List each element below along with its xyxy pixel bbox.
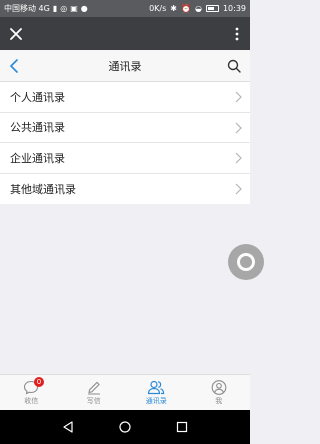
status-right: 0K/s ✱ ⏰ ◒ 10:39 bbox=[149, 4, 246, 13]
sync-icon: ◎ bbox=[60, 3, 68, 13]
contacts-icon bbox=[148, 380, 165, 394]
chevron-right-icon bbox=[235, 122, 242, 133]
bluetooth-icon: ✱ bbox=[170, 3, 177, 13]
system-recents-icon[interactable] bbox=[175, 420, 189, 434]
list-item-other-domain[interactable]: 其他域通讯录 bbox=[0, 174, 250, 205]
chevron-right-icon bbox=[235, 91, 242, 103]
status-left: 中国移动 4G ▮ ◎ ▣ ● bbox=[4, 3, 88, 14]
chevron-right-icon bbox=[235, 152, 242, 164]
tab-me[interactable]: 我 bbox=[188, 375, 251, 410]
app-bar bbox=[0, 17, 250, 50]
list-item-label: 企业通讯录 bbox=[10, 151, 65, 165]
list-item-label: 公共通讯录 bbox=[10, 121, 65, 135]
image-icon: ▣ bbox=[70, 3, 78, 13]
clock: 10:39 bbox=[222, 4, 246, 13]
tab-inbox[interactable]: 0 收信 bbox=[0, 375, 63, 410]
contacts-list: 个人通讯录 公共通讯录 企业通讯录 其他域通讯录 bbox=[0, 82, 250, 204]
wifi-icon: ◒ bbox=[194, 3, 202, 13]
tab-label: 我 bbox=[215, 396, 223, 405]
search-icon bbox=[227, 59, 241, 73]
system-nav-bar bbox=[0, 410, 250, 444]
more-button[interactable] bbox=[224, 17, 250, 50]
tab-label: 通讯录 bbox=[145, 396, 167, 405]
list-item-label: 个人通讯录 bbox=[10, 90, 65, 104]
unread-badge: 0 bbox=[34, 377, 44, 387]
status-bar: 中国移动 4G ▮ ◎ ▣ ● 0K/s ✱ ⏰ ◒ 10:39 bbox=[0, 0, 250, 17]
list-item-enterprise[interactable]: 企业通讯录 bbox=[0, 143, 250, 174]
nav-bar: 通讯录 bbox=[0, 50, 250, 82]
more-vertical-icon bbox=[235, 27, 239, 40]
tab-contacts[interactable]: 通讯录 bbox=[125, 375, 188, 410]
carrier-label: 中国移动 4G bbox=[4, 4, 50, 13]
page-title: 通讯录 bbox=[108, 59, 142, 73]
close-icon bbox=[10, 27, 22, 40]
alarm-icon: ⏰ bbox=[180, 3, 191, 13]
tab-compose[interactable]: 写信 bbox=[63, 375, 126, 410]
battery-icon bbox=[205, 5, 219, 12]
list-item-label: 其他域通讯录 bbox=[10, 182, 76, 196]
system-back-icon[interactable] bbox=[61, 420, 75, 434]
back-arrow-icon bbox=[10, 59, 18, 73]
tab-bar: 0 收信 写信 通讯录 我 bbox=[0, 374, 250, 410]
user-icon bbox=[211, 379, 227, 395]
tab-label: 写信 bbox=[86, 396, 101, 405]
signal-icon: ▮ bbox=[52, 3, 58, 13]
close-button[interactable] bbox=[0, 17, 32, 50]
list-item-personal[interactable]: 个人通讯录 bbox=[0, 82, 250, 113]
list-item-public[interactable]: 公共通讯录 bbox=[0, 113, 250, 143]
back-button[interactable] bbox=[4, 56, 24, 76]
system-home-icon[interactable] bbox=[118, 420, 132, 434]
chevron-right-icon bbox=[235, 183, 242, 194]
tab-label: 收信 bbox=[24, 396, 39, 405]
pencil-icon bbox=[87, 381, 100, 394]
search-button[interactable] bbox=[224, 56, 244, 76]
floating-assistive-button[interactable] bbox=[228, 244, 264, 280]
wechat-icon: ● bbox=[80, 3, 88, 13]
network-speed: 0K/s bbox=[149, 4, 167, 13]
